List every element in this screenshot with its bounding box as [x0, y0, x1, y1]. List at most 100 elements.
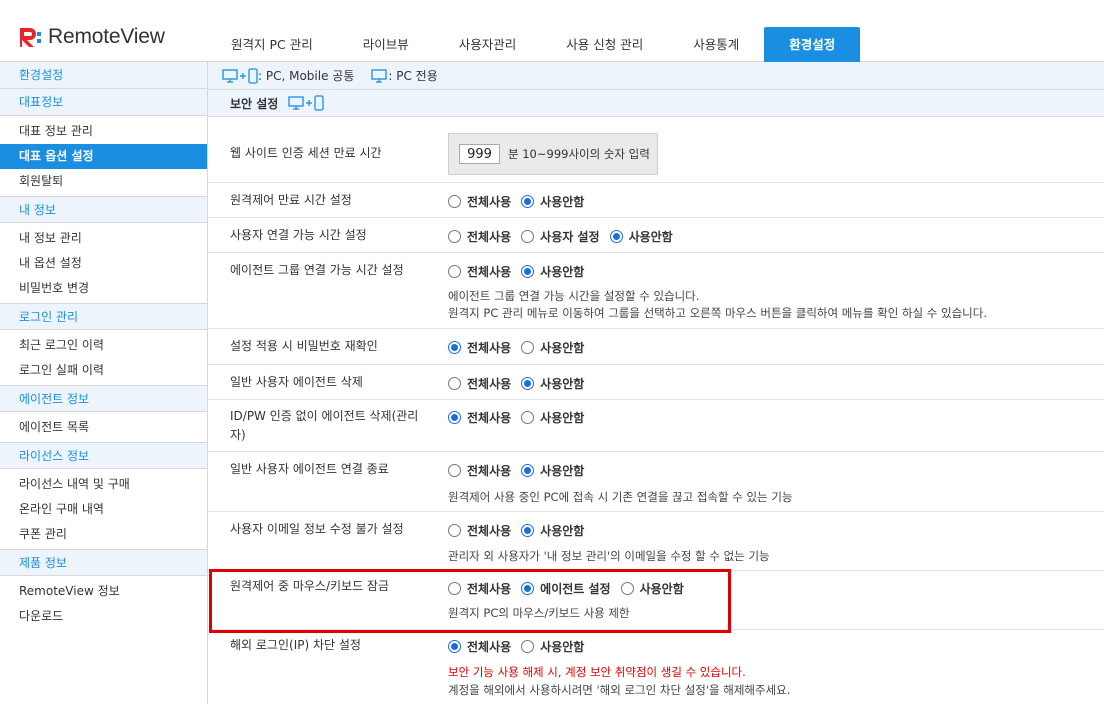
- radio-button[interactable]: [448, 376, 461, 390]
- radio-button[interactable]: [521, 376, 535, 390]
- setting-row-admin-agent-delete: ID/PW 인증 없이 에이전트 삭제(관리자) 전체사용 사용안함: [208, 400, 1104, 452]
- radio-not-use[interactable]: 사용안함: [521, 339, 584, 356]
- sidebar-item-withdraw[interactable]: 회원탈퇴: [0, 169, 207, 194]
- radio-button[interactable]: [448, 264, 461, 278]
- section-title-text: 보안 설정: [230, 96, 279, 111]
- main-nav: 원격지 PC 관리 라이브뷰 사용자관리 사용 신청 관리 사용통계 환경설정: [206, 27, 861, 62]
- radio-not-use[interactable]: 사용안함: [521, 375, 584, 392]
- nav-stats[interactable]: 사용통계: [668, 27, 764, 62]
- sidebar-item-my-info[interactable]: 내 정보 관리: [0, 226, 207, 251]
- radio-not-use[interactable]: 사용안함: [521, 263, 584, 280]
- radio-all-use[interactable]: 전체사용: [448, 375, 511, 392]
- session-timeout-box: 분 10~999사이의 숫자 입력: [448, 133, 658, 175]
- setting-row-password-reconfirm: 설정 적용 시 비밀번호 재확인 전체사용 사용안함: [208, 329, 1104, 365]
- radio-not-use[interactable]: 사용안함: [521, 409, 584, 426]
- sidebar-item-online-purchase[interactable]: 온라인 구매 내역: [0, 497, 207, 522]
- setting-row-remote-expire: 원격제어 만료 시간 설정 전체사용 사용안함: [208, 183, 1104, 218]
- radio-not-use[interactable]: 사용안함: [609, 228, 673, 245]
- radio-button[interactable]: [521, 639, 535, 653]
- sidebar-item-password[interactable]: 비밀번호 변경: [0, 276, 207, 301]
- sidebar-item-license-purchase[interactable]: 라이선스 내역 및 구매: [0, 472, 207, 497]
- legend-common-text: : PC, Mobile 공통: [258, 69, 355, 83]
- radio-not-use[interactable]: 사용안함: [521, 462, 584, 479]
- nav-remote-pc[interactable]: 원격지 PC 관리: [206, 27, 338, 62]
- radio-button[interactable]: [448, 639, 461, 653]
- remoteview-logo-icon: [18, 26, 42, 48]
- setting-label: 일반 사용자 에이전트 삭제: [230, 375, 363, 389]
- session-timeout-input[interactable]: [459, 144, 500, 164]
- sidebar-item-login-fail[interactable]: 로그인 실패 이력: [0, 358, 207, 383]
- sidebar-item-remoteview-info[interactable]: RemoteView 정보: [0, 579, 207, 604]
- sidebar-group-login: 로그인 관리: [0, 303, 207, 330]
- nav-requests[interactable]: 사용 신청 관리: [541, 27, 668, 62]
- radio-button[interactable]: [448, 410, 461, 424]
- setting-row-user-agent-disconnect: 일반 사용자 에이전트 연결 종료 전체사용 사용안함 원격제어 사용 중인 P…: [208, 452, 1104, 512]
- sidebar-item-coupon[interactable]: 쿠폰 관리: [0, 522, 207, 547]
- radio-not-use[interactable]: 사용안함: [521, 638, 584, 655]
- pc-icon: [370, 68, 388, 84]
- sidebar-item-my-options[interactable]: 내 옵션 설정: [0, 251, 207, 276]
- setting-warning: 보안 기능 사용 해제 시, 계정 보안 취약점이 생길 수 있습니다.: [448, 665, 746, 679]
- setting-label: 사용자 연결 가능 시간 설정: [230, 228, 367, 242]
- setting-row-email-edit-lock: 사용자 이메일 정보 수정 불가 설정 전체사용 사용안함 관리자 외 사용자가…: [208, 512, 1104, 571]
- setting-label: 해외 로그인(IP) 차단 설정: [230, 638, 361, 652]
- session-timeout-hint: 분 10~999사이의 숫자 입력: [508, 147, 650, 161]
- setting-label: ID/PW 인증 없이 에이전트 삭제(관리자): [230, 409, 419, 442]
- sidebar-item-login-history[interactable]: 최근 로그인 이력: [0, 333, 207, 358]
- setting-row-user-connect-time: 사용자 연결 가능 시간 설정 전체사용 사용자 설정 사용안함: [208, 218, 1104, 253]
- setting-row-user-agent-delete: 일반 사용자 에이전트 삭제 전체사용 사용안함: [208, 365, 1104, 400]
- logo-text: RemoteView: [48, 25, 165, 48]
- radio-not-use[interactable]: 사용안함: [521, 522, 584, 539]
- sidebar-header: 환경설정: [0, 62, 207, 89]
- pc-mobile-icon: [222, 67, 258, 84]
- setting-label: 웹 사이트 인증 세션 만료 시간: [230, 146, 382, 160]
- nav-users[interactable]: 사용자관리: [434, 27, 542, 62]
- sidebar-item-download[interactable]: 다운로드: [0, 604, 207, 629]
- radio-all-use[interactable]: 전체사용: [448, 339, 511, 356]
- radio-button[interactable]: [521, 229, 535, 243]
- radio-not-use[interactable]: 사용안함: [521, 193, 584, 210]
- setting-label: 에이전트 그룹 연결 가능 시간 설정: [230, 263, 404, 277]
- radio-all-use[interactable]: 전체사용: [448, 462, 511, 479]
- setting-row-agent-group-time: 에이전트 그룹 연결 가능 시간 설정 전체사용 사용안함 에이전트 그룹 연결…: [208, 253, 1104, 329]
- pc-mobile-icon: [288, 95, 324, 111]
- setting-desc: 계정을 해외에서 사용하시려면 '해외 로그인 차단 설정'을 해제해주세요.: [448, 683, 791, 697]
- radio-button[interactable]: [521, 194, 535, 208]
- setting-row-overseas-login-block: 해외 로그인(IP) 차단 설정 전체사용 사용안함 보안 기능 사용 해제 시…: [208, 630, 1104, 704]
- setting-label: 일반 사용자 에이전트 연결 종료: [230, 462, 389, 476]
- radio-button[interactable]: [521, 410, 535, 424]
- radio-button[interactable]: [448, 523, 461, 537]
- radio-button[interactable]: [448, 340, 461, 354]
- highlight-box: [209, 569, 731, 633]
- radio-all-use[interactable]: 전체사용: [448, 522, 511, 539]
- sidebar-item-rep-info-manage[interactable]: 대표 정보 관리: [0, 119, 207, 144]
- radio-all-use[interactable]: 전체사용: [448, 228, 511, 245]
- nav-liveview[interactable]: 라이브뷰: [338, 27, 434, 62]
- sidebar: 환경설정 대표정보 대표 정보 관리 대표 옵션 설정 회원탈퇴 내 정보 내 …: [0, 62, 208, 704]
- radio-all-use[interactable]: 전체사용: [448, 193, 511, 210]
- radio-button[interactable]: [448, 229, 461, 243]
- radio-button[interactable]: [609, 229, 623, 243]
- sidebar-item-rep-options[interactable]: 대표 옵션 설정: [0, 144, 207, 169]
- section-title: 보안 설정: [208, 90, 1104, 117]
- sidebar-item-agent-list[interactable]: 에이전트 목록: [0, 415, 207, 440]
- setting-desc: 원격지 PC 관리 메뉴로 이동하여 그룹을 선택하고 오른쪽 마우스 버튼을 …: [448, 306, 987, 320]
- setting-desc: 에이전트 그룹 연결 가능 시간을 설정할 수 있습니다.: [448, 289, 700, 303]
- nav-settings[interactable]: 환경설정: [764, 27, 861, 62]
- radio-user-setting[interactable]: 사용자 설정: [521, 228, 600, 245]
- logo[interactable]: RemoteView: [18, 24, 165, 50]
- radio-button[interactable]: [448, 463, 461, 477]
- radio-all-use[interactable]: 전체사용: [448, 638, 511, 655]
- radio-button[interactable]: [448, 194, 461, 208]
- radio-button[interactable]: [521, 523, 535, 537]
- top-bar: RemoteView 원격지 PC 관리 라이브뷰 사용자관리 사용 신청 관리…: [0, 0, 1104, 62]
- legend-pc-text: : PC 전용: [388, 69, 438, 83]
- radio-button[interactable]: [521, 340, 535, 354]
- radio-all-use[interactable]: 전체사용: [448, 409, 511, 426]
- radio-button[interactable]: [521, 264, 535, 278]
- radio-button[interactable]: [521, 463, 535, 477]
- sidebar-group-agent: 에이전트 정보: [0, 385, 207, 412]
- radio-all-use[interactable]: 전체사용: [448, 263, 511, 280]
- setting-desc: 원격제어 사용 중인 PC에 접속 시 기존 연결을 끊고 접속할 수 있는 기…: [448, 490, 793, 504]
- sidebar-group-product: 제품 정보: [0, 549, 207, 576]
